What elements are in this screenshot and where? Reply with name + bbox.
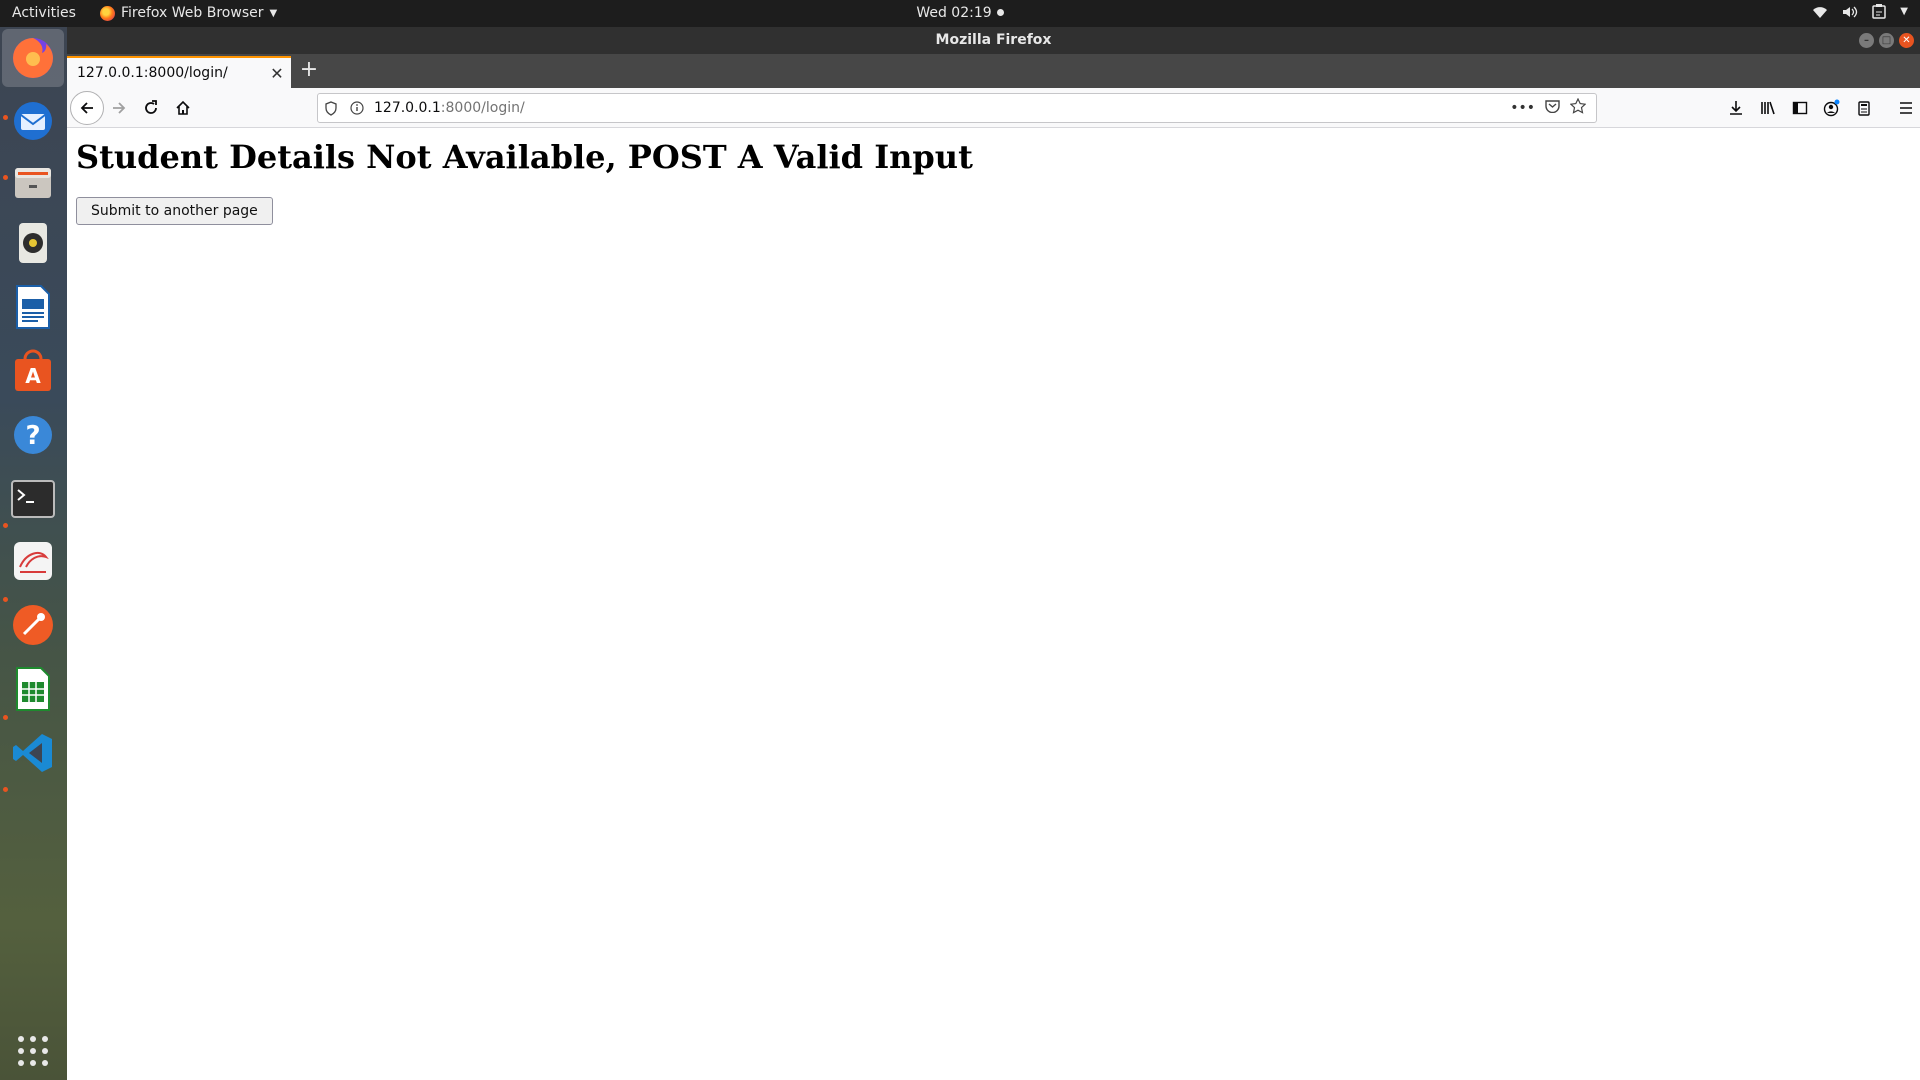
library-button[interactable] [1754, 94, 1782, 122]
system-tray[interactable]: ▼ [1812, 4, 1908, 19]
dock-calc[interactable] [9, 665, 57, 713]
calc-icon [16, 667, 50, 711]
running-indicator [3, 715, 8, 720]
download-icon [1730, 101, 1742, 115]
home-button[interactable] [169, 94, 197, 122]
chevron-down-icon: ▼ [1900, 6, 1908, 17]
running-indicator [3, 597, 8, 602]
close-window-button[interactable]: ✕ [1899, 33, 1914, 48]
top-bar: Activities Firefox Web Browser ▼ Wed 02:… [0, 0, 1920, 27]
sidebar-button[interactable] [1786, 94, 1814, 122]
hamburger-menu-icon [1900, 102, 1912, 114]
firefox-icon [13, 38, 53, 78]
clock-label: Wed 02:19 [916, 5, 992, 21]
running-indicator [3, 175, 8, 180]
title-bar[interactable]: Mozilla Firefox – □ ✕ [67, 27, 1920, 54]
clipboard-icon [1872, 4, 1887, 19]
url-actions: ••• [1510, 97, 1596, 118]
rhythmbox-icon [19, 223, 47, 263]
forward-arrow-icon [113, 102, 126, 114]
dock-app-grid[interactable] [9, 1027, 57, 1075]
nav-bar: 127.0.0.1:8000/login/ ••• [67, 88, 1920, 128]
svg-text:A: A [25, 364, 41, 388]
account-icon [1823, 99, 1840, 117]
page-content: Student Details Not Available, POST A Va… [67, 128, 1920, 1080]
dock: A ? [0, 27, 67, 1080]
submit-button[interactable]: Submit to another page [76, 197, 273, 225]
url-text[interactable]: 127.0.0.1:8000/login/ [370, 100, 1510, 116]
notification-dot-icon [996, 9, 1004, 16]
url-path: :8000/login/ [440, 100, 525, 116]
dock-rhythmbox[interactable] [9, 219, 57, 267]
page-heading: Student Details Not Available, POST A Va… [76, 138, 973, 176]
tab-login[interactable]: 127.0.0.1:8000/login/ ✕ [67, 56, 291, 88]
running-indicator [3, 115, 8, 120]
info-icon[interactable] [344, 101, 370, 115]
dock-thunderbird[interactable] [9, 97, 57, 145]
minimize-button[interactable]: – [1859, 33, 1874, 48]
software-icon: A [15, 349, 51, 391]
dock-files[interactable] [9, 157, 57, 205]
dock-terminal[interactable] [9, 475, 57, 523]
dock-mailreader[interactable] [9, 537, 57, 585]
sidebar-icon [1792, 101, 1808, 115]
home-icon [176, 100, 190, 115]
running-indicator [3, 787, 8, 792]
close-tab-icon[interactable]: ✕ [263, 64, 291, 83]
back-arrow-icon [80, 102, 93, 114]
bookmark-star-icon[interactable] [1569, 97, 1587, 118]
toolbar-right [1722, 94, 1920, 122]
forward-button[interactable] [105, 94, 133, 122]
dock-postman[interactable] [9, 601, 57, 649]
mailreader-icon [14, 542, 52, 580]
library-icon [1761, 101, 1775, 115]
app-grid-icon [18, 1036, 48, 1066]
writer-icon [16, 285, 50, 329]
tab-strip: 127.0.0.1:8000/login/ ✕ + [67, 54, 1920, 88]
dock-writer[interactable] [9, 283, 57, 331]
firefox-window: Mozilla Firefox – □ ✕ 127.0.0.1:8000/log… [67, 27, 1920, 1080]
reload-icon [145, 100, 157, 114]
window-controls: – □ ✕ [1859, 33, 1914, 48]
svg-text:?: ? [25, 421, 40, 451]
pocket-icon[interactable] [1545, 99, 1560, 117]
vscode-icon [13, 734, 52, 772]
window-title: Mozilla Firefox [935, 32, 1052, 48]
postman-icon [13, 605, 53, 645]
url-bar[interactable]: 127.0.0.1:8000/login/ ••• [317, 93, 1597, 123]
reload-button[interactable] [137, 94, 165, 122]
terminal-icon [11, 480, 55, 518]
help-icon: ? [14, 416, 52, 454]
wifi-icon [1812, 5, 1828, 19]
new-tab-button[interactable]: + [297, 59, 321, 83]
files-icon [15, 168, 51, 198]
dock-software[interactable]: A [9, 347, 57, 395]
extension-button[interactable] [1850, 94, 1878, 122]
dock-vscode[interactable] [9, 729, 57, 777]
downloads-button[interactable] [1722, 94, 1750, 122]
thunderbird-icon [14, 102, 52, 140]
back-button[interactable] [70, 91, 104, 125]
volume-icon [1842, 5, 1858, 19]
menu-button[interactable] [1892, 94, 1920, 122]
tab-title: 127.0.0.1:8000/login/ [77, 65, 228, 81]
clock[interactable]: Wed 02:19 [0, 5, 1920, 21]
dock-help[interactable]: ? [9, 411, 57, 459]
shield-icon[interactable] [318, 100, 344, 116]
running-indicator [3, 523, 8, 528]
maximize-button[interactable]: □ [1879, 33, 1894, 48]
extension-icon [1858, 101, 1870, 116]
url-host: 127.0.0.1 [374, 100, 441, 116]
more-actions-icon[interactable]: ••• [1510, 100, 1535, 116]
account-button[interactable] [1818, 94, 1846, 122]
dock-firefox[interactable] [2, 29, 64, 87]
